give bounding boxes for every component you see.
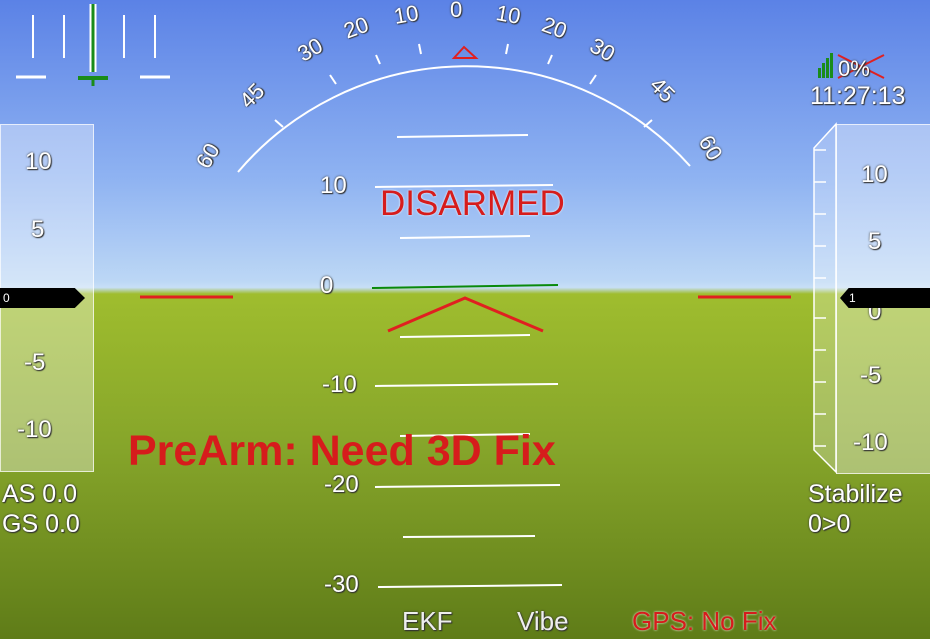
- roll-arc: [237, 65, 691, 173]
- speed-pointer: 0: [0, 288, 85, 308]
- clock-time: 11:27:13: [810, 82, 906, 110]
- altitude-pointer: 1: [840, 288, 930, 308]
- alt-tape-ticks: [813, 122, 837, 474]
- aircraft-symbol: [140, 295, 791, 333]
- pitch-label: 0: [320, 272, 334, 299]
- hud-display: 60 45 30 20 10 0 10 20 30 45 60 10 0 -10…: [0, 0, 930, 639]
- roll-pointer: [451, 45, 479, 59]
- disarmed-label: DISARMED: [380, 184, 565, 223]
- pitch-label: 10: [320, 172, 347, 199]
- vibe-status-button[interactable]: Vibe: [517, 606, 569, 637]
- alt-tape-label: -5: [860, 362, 882, 389]
- speed-tape-label: -10: [17, 416, 52, 443]
- roll-label: 0: [450, 0, 463, 22]
- signal-strength-icon: [818, 53, 833, 78]
- speed-pointer-value: 0: [3, 291, 10, 305]
- flight-mode: Stabilize: [808, 480, 903, 508]
- heading-indicator: [16, 4, 170, 86]
- horizon-line: [371, 284, 559, 289]
- pitch-label: -10: [322, 371, 357, 398]
- alt-tape-label: 10: [861, 161, 888, 188]
- alt-tape-label: 5: [868, 228, 882, 255]
- pitch-label: -30: [324, 571, 359, 598]
- hud-overlay-graphics: [16, 4, 885, 588]
- roll-label: 10: [494, 0, 523, 29]
- roll-label: 10: [391, 0, 421, 29]
- altitude-pointer-value: 1: [849, 291, 856, 305]
- waypoint-readout: 0>0: [808, 510, 851, 538]
- groundspeed-readout: GS 0.0: [2, 510, 80, 538]
- airspeed-readout: AS 0.0: [2, 480, 78, 508]
- ekf-status-button[interactable]: EKF: [402, 606, 453, 637]
- speed-tape-label: -5: [24, 349, 46, 376]
- battery-percent: 0%: [838, 56, 870, 81]
- speed-tape-label: 5: [31, 216, 45, 243]
- gps-status[interactable]: GPS: No Fix: [632, 606, 776, 637]
- speed-tape-label: 10: [25, 148, 52, 175]
- alt-tape-label: -10: [853, 429, 888, 456]
- prearm-message: PreArm: Need 3D Fix: [128, 427, 556, 475]
